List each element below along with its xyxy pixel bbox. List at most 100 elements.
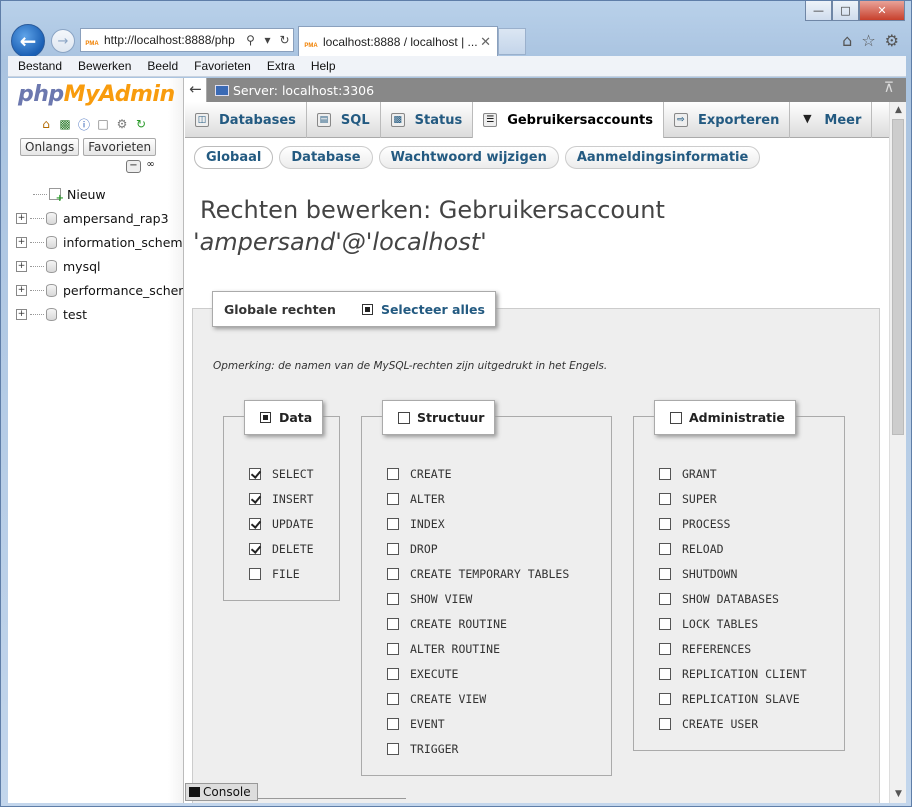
- address-bar[interactable]: PMA http://localhost:8888/php ⚲ ▾ ↻: [80, 28, 294, 52]
- refresh-icon[interactable]: ↻: [276, 33, 293, 47]
- privilege-checkbox[interactable]: [249, 542, 261, 555]
- browser-tab[interactable]: PMA localhost:8888 / localhost | ... ✕: [298, 26, 498, 56]
- tree-item-label[interactable]: test: [63, 307, 87, 322]
- reload-icon[interactable]: ↻: [133, 116, 149, 132]
- privilege-alter[interactable]: ALTER: [387, 486, 569, 511]
- privilege-checkbox[interactable]: [387, 642, 399, 655]
- privilege-label[interactable]: LOCK TABLES: [682, 617, 758, 631]
- privilege-references[interactable]: REFERENCES: [659, 636, 807, 661]
- docs-icon[interactable]: □: [95, 116, 111, 132]
- privilege-create[interactable]: CREATE: [387, 461, 569, 486]
- expand-icon[interactable]: +: [16, 260, 27, 272]
- privilege-checkbox[interactable]: [659, 542, 671, 555]
- privilege-checkbox[interactable]: [387, 542, 399, 555]
- privilege-label[interactable]: SHUTDOWN: [682, 567, 737, 581]
- tree-item-db[interactable]: + ampersand_rap3: [16, 206, 183, 230]
- recent-button[interactable]: Onlangs: [20, 138, 80, 156]
- tree-item-label[interactable]: performance_schema: [63, 283, 183, 298]
- tree-item-label[interactable]: mysql: [63, 259, 101, 274]
- privilege-label[interactable]: DROP: [410, 542, 438, 556]
- privilege-label[interactable]: INDEX: [410, 517, 445, 531]
- topmenu-tab-sql[interactable]: ▤ SQL: [307, 102, 381, 138]
- privilege-show-databases[interactable]: SHOW DATABASES: [659, 586, 807, 611]
- privilege-checkbox[interactable]: [659, 567, 671, 580]
- topmenu-tab-gebruikersaccounts[interactable]: ☰ Gebruikersaccounts: [473, 102, 664, 138]
- select-all-checkbox[interactable]: [361, 303, 373, 315]
- close-tab-icon[interactable]: ✕: [480, 34, 491, 50]
- privilege-checkbox[interactable]: [659, 467, 671, 480]
- logout-icon[interactable]: ▩: [57, 116, 73, 132]
- expand-icon[interactable]: +: [16, 308, 27, 320]
- tree-item-label[interactable]: ampersand_rap3: [63, 211, 169, 226]
- privilege-label[interactable]: EVENT: [410, 717, 445, 731]
- privilege-shutdown[interactable]: SHUTDOWN: [659, 561, 807, 586]
- privilege-checkbox[interactable]: [387, 492, 399, 505]
- maximize-button[interactable]: □: [832, 1, 859, 21]
- server-label[interactable]: Server: localhost:3306: [233, 83, 374, 98]
- privilege-checkbox[interactable]: [387, 467, 399, 480]
- tree-item-new[interactable]: Nieuw: [16, 182, 183, 206]
- group-checkbox[interactable]: [670, 411, 682, 424]
- topmenu-tab-status[interactable]: ▩ Status: [381, 102, 474, 138]
- privilege-drop[interactable]: DROP: [387, 536, 569, 561]
- group-legend[interactable]: Data: [244, 400, 324, 435]
- privilege-grant[interactable]: GRANT: [659, 461, 807, 486]
- gear-icon[interactable]: ⚙: [885, 31, 899, 50]
- privilege-lock-tables[interactable]: LOCK TABLES: [659, 611, 807, 636]
- new-tab-button[interactable]: [498, 28, 526, 55]
- star-icon[interactable]: ☆: [861, 31, 875, 50]
- privilege-create-user[interactable]: CREATE USER: [659, 711, 807, 736]
- tree-item-db[interactable]: + mysql: [16, 254, 183, 278]
- tree-item-db[interactable]: + test: [16, 302, 183, 326]
- favorites-button[interactable]: Favorieten: [83, 138, 157, 156]
- privilege-trigger[interactable]: TRIGGER: [387, 736, 569, 761]
- menu-item-bestand[interactable]: Bestand: [18, 59, 62, 73]
- privilege-label[interactable]: SUPER: [682, 492, 717, 506]
- privilege-checkbox[interactable]: [659, 667, 671, 680]
- privilege-label[interactable]: DELETE: [272, 542, 314, 556]
- topmenu-tab-exporteren[interactable]: ⇨ Exporteren: [664, 102, 791, 138]
- privilege-checkbox[interactable]: [387, 742, 399, 755]
- collapse-all-icon[interactable]: −: [126, 160, 141, 173]
- privilege-show-view[interactable]: SHOW VIEW: [387, 586, 569, 611]
- privilege-checkbox[interactable]: [387, 692, 399, 705]
- privilege-label[interactable]: ALTER: [410, 492, 445, 506]
- collapse-top-icon[interactable]: ⊼: [884, 80, 894, 96]
- address-url[interactable]: http://localhost:8888/php: [104, 33, 242, 47]
- scroll-up-icon[interactable]: ▲: [890, 102, 906, 119]
- settings-icon[interactable]: ⚙: [114, 116, 130, 132]
- privilege-checkbox[interactable]: [659, 717, 671, 730]
- group-checkbox[interactable]: [398, 411, 410, 424]
- privilege-reload[interactable]: RELOAD: [659, 536, 807, 561]
- privilege-label[interactable]: SELECT: [272, 467, 314, 481]
- privilege-checkbox[interactable]: [249, 467, 261, 480]
- home-icon[interactable]: ⌂: [38, 116, 54, 132]
- privilege-label[interactable]: TRIGGER: [410, 742, 458, 756]
- search-icon[interactable]: ⚲: [242, 33, 259, 47]
- privilege-checkbox[interactable]: [659, 617, 671, 630]
- privilege-checkbox[interactable]: [387, 667, 399, 680]
- privilege-label[interactable]: CREATE VIEW: [410, 692, 486, 706]
- privilege-insert[interactable]: INSERT: [249, 486, 314, 511]
- phpmyadmin-logo[interactable]: phpMyAdmin: [18, 82, 175, 107]
- help-icon[interactable]: ⓘ: [76, 116, 92, 132]
- privilege-checkbox[interactable]: [249, 492, 261, 505]
- privilege-label[interactable]: CREATE USER: [682, 717, 758, 731]
- privilege-label[interactable]: REPLICATION CLIENT: [682, 667, 807, 681]
- privilege-checkbox[interactable]: [387, 617, 399, 630]
- subtab-wachtwoord-wijzigen[interactable]: Wachtwoord wijzigen: [378, 146, 559, 169]
- tree-item-db[interactable]: + information_schema: [16, 230, 183, 254]
- topmenu-tab-databases[interactable]: ◫ Databases: [185, 102, 307, 138]
- expand-icon[interactable]: +: [16, 212, 27, 224]
- privilege-checkbox[interactable]: [387, 592, 399, 605]
- minimize-button[interactable]: —: [805, 1, 832, 21]
- privilege-checkbox[interactable]: [659, 492, 671, 505]
- privilege-label[interactable]: GRANT: [682, 467, 717, 481]
- privilege-select[interactable]: SELECT: [249, 461, 314, 486]
- group-legend[interactable]: Administratie: [654, 400, 796, 435]
- privilege-create-view[interactable]: CREATE VIEW: [387, 686, 569, 711]
- menu-item-beeld[interactable]: Beeld: [147, 59, 178, 73]
- privilege-label[interactable]: REFERENCES: [682, 642, 751, 656]
- subtab-database[interactable]: Database: [279, 146, 373, 169]
- privilege-checkbox[interactable]: [659, 692, 671, 705]
